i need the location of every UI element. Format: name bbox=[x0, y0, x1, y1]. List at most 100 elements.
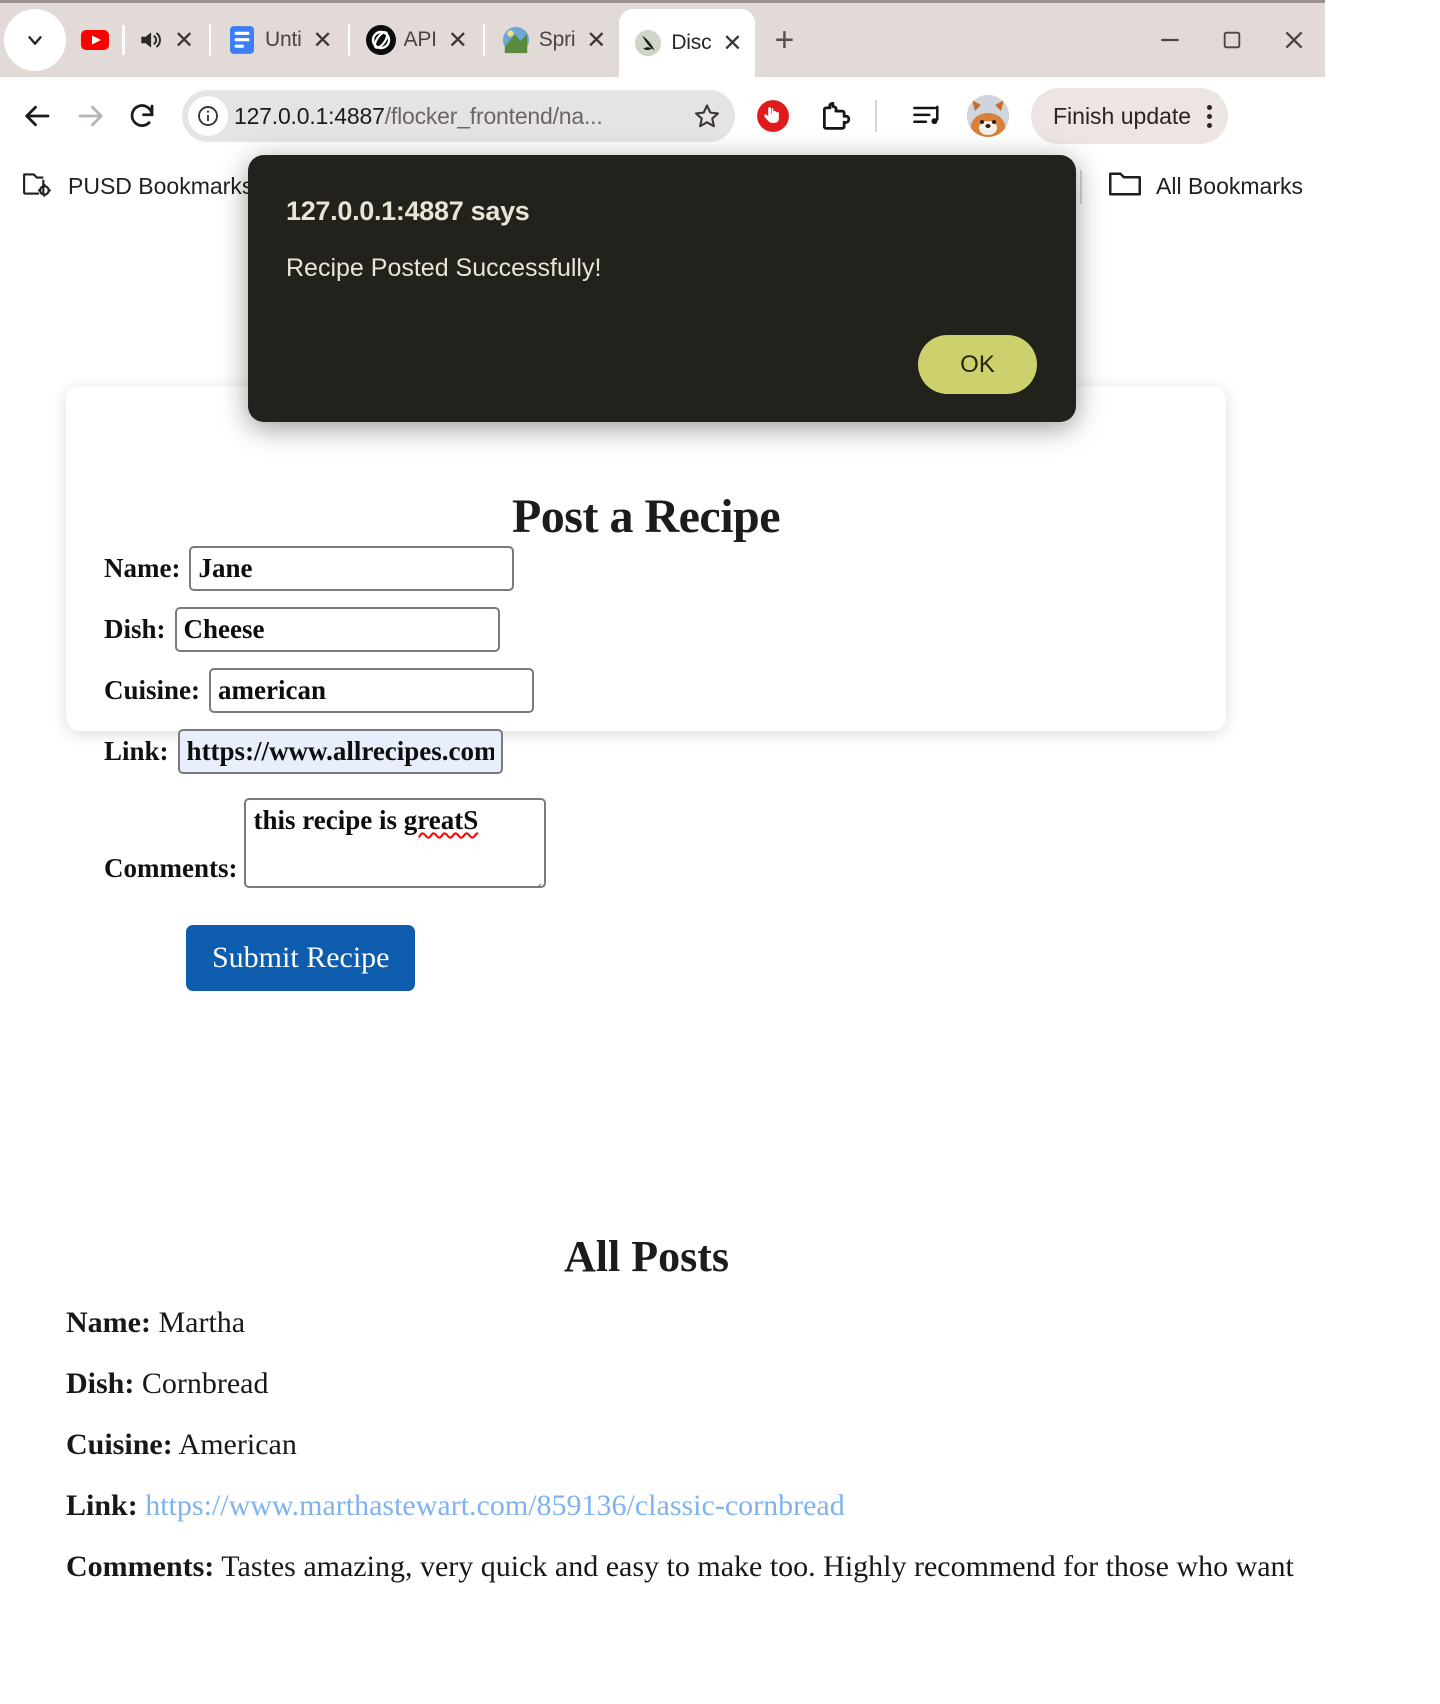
adblock-icon[interactable] bbox=[749, 92, 797, 140]
comments-textarea[interactable]: this recipe is greatS bbox=[244, 798, 547, 888]
comments-text-misspelled: greatS bbox=[403, 805, 479, 835]
dish-label: Dish: bbox=[104, 614, 166, 644]
forward-arrow-icon[interactable] bbox=[66, 92, 114, 140]
field-row-dish: Dish: bbox=[104, 607, 1226, 652]
tab-title: Unti bbox=[265, 28, 302, 51]
docs-icon bbox=[227, 25, 257, 55]
toolbar-divider bbox=[875, 100, 877, 132]
tab-youtube[interactable]: ✕ bbox=[66, 3, 207, 77]
tab-close-icon[interactable]: ✕ bbox=[583, 27, 609, 54]
tab-strip: ✕ Unti ✕ API ✕ Spri ✕ Disc ✕ + bbox=[0, 3, 1325, 77]
post-link-line: Link: https://www.marthastewart.com/8591… bbox=[66, 1489, 1296, 1523]
all-bookmarks-group: All Bookmarks bbox=[1080, 169, 1303, 204]
desktop-background bbox=[1325, 0, 1440, 1704]
new-tab-button[interactable]: + bbox=[761, 17, 807, 63]
post-comments-label: Comments: bbox=[66, 1550, 215, 1583]
reload-icon[interactable] bbox=[118, 92, 166, 140]
submit-recipe-button[interactable]: Submit Recipe bbox=[186, 925, 416, 991]
tab-title: API bbox=[403, 28, 437, 51]
finish-update-label: Finish update bbox=[1053, 102, 1192, 129]
cuisine-label: Cuisine: bbox=[104, 675, 201, 705]
field-row-cuisine: Cuisine: bbox=[104, 668, 1226, 713]
address-host: 127.0.0.1:4887 bbox=[234, 102, 385, 129]
address-bar[interactable]: 127.0.0.1:4887/flocker_frontend/na... bbox=[182, 90, 735, 142]
textarea-resize-handle[interactable] bbox=[528, 870, 542, 886]
post-link-value[interactable]: https://www.marthastewart.com/859136/cla… bbox=[145, 1489, 845, 1522]
tab-close-icon[interactable]: ✕ bbox=[310, 27, 336, 54]
tab-api[interactable]: API ✕ bbox=[352, 3, 481, 77]
close-window-button[interactable] bbox=[1263, 3, 1325, 77]
comments-label: Comments: bbox=[104, 853, 238, 883]
screen: ✕ Unti ✕ API ✕ Spri ✕ Disc ✕ + 127.0.0.1… bbox=[0, 0, 1440, 1704]
tab-title: Disc bbox=[671, 31, 712, 54]
comments-text-ok: this recipe is bbox=[253, 805, 404, 835]
tab-separator bbox=[347, 24, 350, 56]
post-comments-line: Comments: Tastes amazing, very quick and… bbox=[66, 1550, 1296, 1584]
post-dish-label: Dish: bbox=[66, 1367, 135, 1400]
tab-separator bbox=[209, 24, 211, 56]
discord-icon bbox=[633, 28, 663, 58]
minimize-button[interactable] bbox=[1139, 3, 1201, 77]
youtube-icon bbox=[80, 25, 110, 55]
spring-icon bbox=[501, 25, 531, 55]
post-link-label: Link: bbox=[66, 1489, 138, 1522]
post-name-label: Name: bbox=[66, 1306, 151, 1339]
bookmarks-divider bbox=[1080, 169, 1083, 204]
field-row-comments: Comments: this recipe is greatS bbox=[104, 798, 1226, 888]
tab-search-chevron-icon[interactable] bbox=[4, 9, 66, 71]
avatar[interactable] bbox=[967, 95, 1009, 137]
puzzle-extension-icon[interactable] bbox=[811, 92, 859, 140]
speaker-icon[interactable] bbox=[137, 27, 163, 53]
link-input[interactable] bbox=[177, 729, 503, 774]
tab-separator bbox=[482, 24, 485, 56]
maximize-button[interactable] bbox=[1201, 3, 1263, 77]
field-row-name: Name: bbox=[104, 546, 1226, 591]
name-input[interactable] bbox=[189, 546, 515, 591]
dialog-message: Recipe Posted Successfully! bbox=[286, 254, 602, 282]
javascript-alert-dialog: 127.0.0.1:4887 says Recipe Posted Succes… bbox=[248, 155, 1076, 422]
folder-icon bbox=[1108, 169, 1142, 204]
music-list-icon[interactable] bbox=[903, 92, 951, 140]
address-path: /flocker_frontend/na... bbox=[384, 102, 603, 129]
post-name-value: Martha bbox=[158, 1306, 246, 1339]
field-row-link: Link: bbox=[104, 729, 1226, 774]
post-cuisine-line: Cuisine: American bbox=[66, 1428, 1296, 1462]
window-controls bbox=[1139, 3, 1325, 77]
link-label: Link: bbox=[104, 736, 169, 766]
post-comments-value: Tastes amazing, very quick and easy to m… bbox=[221, 1550, 1296, 1583]
dialog-ok-button[interactable]: OK bbox=[918, 335, 1037, 394]
name-label: Name: bbox=[104, 553, 181, 583]
info-circle-icon[interactable] bbox=[188, 96, 228, 136]
cuisine-input[interactable] bbox=[209, 668, 535, 713]
page-viewport: Post a Recipe Name: Dish: Cuisine: bbox=[0, 216, 1325, 1704]
dialog-origin: 127.0.0.1:4887 says bbox=[286, 196, 530, 226]
submit-wrap: Submit Recipe bbox=[186, 925, 1226, 991]
all-posts-heading: All Posts bbox=[564, 1232, 729, 1281]
post-cuisine-label: Cuisine: bbox=[66, 1428, 173, 1461]
address-bar-text: 127.0.0.1:4887/flocker_frontend/na... bbox=[234, 103, 679, 130]
dish-input[interactable] bbox=[174, 607, 500, 652]
kebab-menu-icon[interactable] bbox=[1201, 104, 1218, 128]
tab-close-icon[interactable]: ✕ bbox=[445, 27, 471, 54]
bookmark-label: PUSD Bookmarks bbox=[68, 173, 254, 199]
all-bookmarks-label[interactable]: All Bookmarks bbox=[1156, 173, 1303, 200]
browser-toolbar: 127.0.0.1:4887/flocker_frontend/na... Fi… bbox=[0, 77, 1325, 155]
tab-close-icon[interactable]: ✕ bbox=[719, 30, 745, 57]
tab-title: Spri bbox=[538, 28, 576, 51]
folder-gear-icon bbox=[22, 170, 54, 203]
post-dish-value: Cornbread bbox=[141, 1367, 269, 1400]
tab-spring[interactable]: Spri ✕ bbox=[487, 3, 620, 77]
openai-icon bbox=[365, 25, 396, 55]
back-arrow-icon[interactable] bbox=[14, 92, 62, 140]
recipe-form: Name: Dish: Cuisine: Link: bbox=[66, 546, 1226, 991]
finish-update-button[interactable]: Finish update bbox=[1031, 88, 1229, 144]
tab-close-icon[interactable]: ✕ bbox=[171, 27, 197, 54]
tab-divider bbox=[122, 25, 125, 55]
bookmark-pusd[interactable]: PUSD Bookmarks bbox=[22, 170, 253, 203]
star-icon[interactable] bbox=[685, 94, 729, 138]
tab-discord[interactable]: Disc ✕ bbox=[619, 9, 756, 77]
tab-untitled-doc[interactable]: Unti ✕ bbox=[213, 3, 346, 77]
post-item: Name: Martha Dish: Cornbread Cuisine: Am… bbox=[66, 1306, 1296, 1611]
post-name-line: Name: Martha bbox=[66, 1306, 1296, 1340]
post-dish-line: Dish: Cornbread bbox=[66, 1367, 1296, 1401]
